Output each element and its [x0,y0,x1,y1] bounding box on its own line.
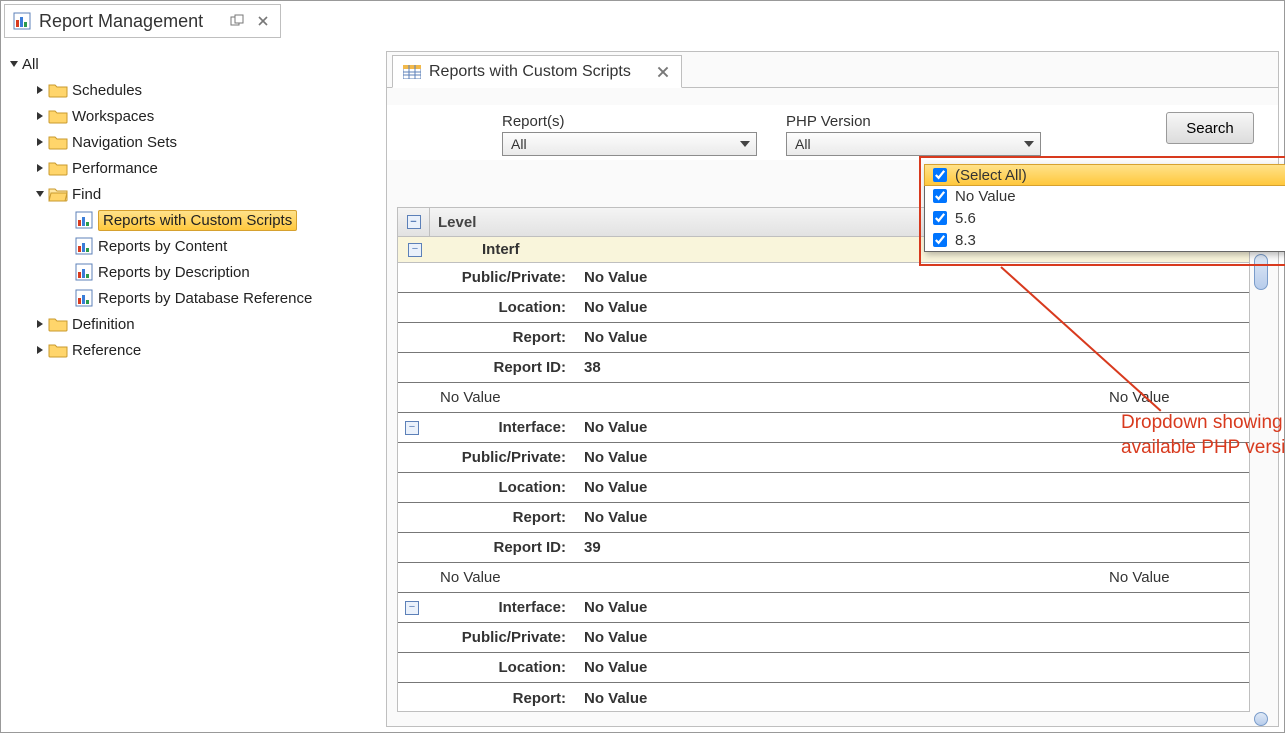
search-button[interactable]: Search [1166,112,1254,144]
table-row: Report:No Value [398,323,1249,353]
table-row: Public/Private:No Value [398,443,1249,473]
table-row: Location:No Value [398,293,1249,323]
group-collapse-toggle[interactable]: − [408,243,422,257]
collapse-all-toggle[interactable]: − [407,215,421,229]
folder-icon [48,159,68,177]
folder-icon [48,133,68,151]
scrollbar-thumb[interactable] [1254,254,1268,290]
expand-arrow-icon[interactable] [32,134,48,150]
tree-item[interactable]: Reference [6,337,381,363]
table-row: No ValueNo Value [398,383,1249,413]
folder-icon [48,81,68,99]
scroll-down-button[interactable] [1254,712,1268,726]
sidebar-tab: Report Management [4,4,281,38]
grid-icon [403,65,421,79]
expand-arrow-icon[interactable] [32,160,48,176]
php-filter-select[interactable]: All [786,132,1041,156]
filter-bar: Report(s) All PHP Version All [387,105,1278,160]
report-icon [74,237,94,255]
checkbox[interactable] [933,211,947,225]
tab-reports-custom-scripts[interactable]: Reports with Custom Scripts [392,55,682,88]
sidebar-tab-title: Report Management [39,11,220,32]
folder-icon [48,107,68,125]
table-row: Location:No Value [398,473,1249,503]
folder-open-icon [48,185,68,203]
vertical-scrollbar[interactable] [1252,252,1270,732]
collapse-arrow-icon[interactable] [6,56,22,72]
reports-filter-select[interactable]: All [502,132,757,156]
dropdown-option[interactable]: 5.6 [925,207,1285,229]
collapse-toggle[interactable]: − [405,421,419,435]
dropdown-option-select-all[interactable]: (Select All) [924,164,1285,186]
tree-item[interactable]: Workspaces [6,103,381,129]
folder-icon [48,341,68,359]
tab-bar: Reports with Custom Scripts [387,52,1278,88]
tree-root[interactable]: All [6,51,381,77]
php-version-dropdown[interactable]: (Select All) No Value 5.6 8.3 [924,164,1285,252]
expand-arrow-icon[interactable] [32,82,48,98]
reports-filter-label: Report(s) [502,113,757,130]
checkbox[interactable] [933,233,947,247]
checkbox[interactable] [933,189,947,203]
table-row: Public/Private:No Value [398,263,1249,293]
table-row: −Interface:No Value [398,593,1249,623]
tree-item[interactable]: Definition [6,311,381,337]
table-row: Report ID:39 [398,533,1249,563]
close-icon[interactable] [254,13,272,29]
collapse-toggle[interactable]: − [405,601,419,615]
tree-item[interactable]: Navigation Sets [6,129,381,155]
main-panel: Reports with Custom Scripts Report(s) Al… [386,51,1279,727]
tree-item-find[interactable]: Find [6,181,381,207]
tree-item[interactable]: Performance [6,155,381,181]
grid-body: Public/Private:No Value Location:No Valu… [397,263,1250,712]
report-icon [74,289,94,307]
folder-icon [48,315,68,333]
report-icon [74,211,94,229]
tree-item[interactable]: Reports by Content [6,233,381,259]
collapse-arrow-icon[interactable] [32,186,48,202]
dropdown-option[interactable]: 8.3 [925,229,1285,251]
sidebar-tree: All Schedules Workspaces Navigation Sets… [6,51,381,721]
chevron-down-icon [738,137,752,151]
table-row: Public/Private:No Value [398,623,1249,653]
table-row: Report:No Value [398,683,1249,712]
expand-arrow-icon[interactable] [32,316,48,332]
table-row: Location:No Value [398,653,1249,683]
expand-arrow-icon[interactable] [32,342,48,358]
tree-item[interactable]: Schedules [6,77,381,103]
table-row: No ValueNo Value [398,563,1249,593]
php-filter-label: PHP Version [786,113,1041,130]
checkbox[interactable] [933,168,947,182]
tree-item[interactable]: Reports by Description [6,259,381,285]
report-management-icon [13,12,31,30]
table-row: −Interface:No Value [398,413,1249,443]
tab-title: Reports with Custom Scripts [429,63,647,81]
popout-icon[interactable] [228,13,246,29]
chevron-down-icon [1022,137,1036,151]
tree-item[interactable]: Reports by Database Reference [6,285,381,311]
tree-item-reports-custom-scripts[interactable]: Reports with Custom Scripts [6,207,381,233]
report-icon [74,263,94,281]
table-row: Report ID:38 [398,353,1249,383]
close-icon[interactable] [655,64,671,80]
dropdown-option[interactable]: No Value [925,185,1285,207]
table-row: Report:No Value [398,503,1249,533]
expand-arrow-icon[interactable] [32,108,48,124]
